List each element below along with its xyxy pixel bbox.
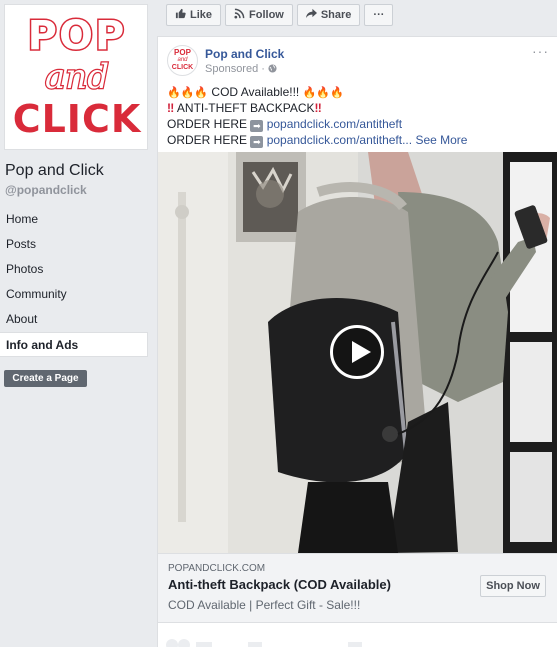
thumbs-up-icon [175, 8, 186, 22]
post-line-2-text: ANTI-THEFT BACKPACK [174, 101, 315, 115]
create-page-button[interactable]: Create a Page [4, 370, 87, 387]
rss-icon [234, 8, 245, 22]
post-options-icon[interactable]: ··· [532, 43, 549, 59]
page-name[interactable]: Pop and Click [5, 162, 104, 180]
nav-item-community[interactable]: Community [0, 282, 148, 307]
shop-now-button[interactable]: Shop Now [480, 575, 546, 597]
post-line-3: ORDER HERE ➡ popandclick.com/antitheft [167, 116, 557, 132]
post-line-1: 🔥🔥🔥 COD Available!!! 🔥🔥🔥 [167, 84, 557, 100]
logo-text-and: and [44, 56, 110, 99]
nav-item-about[interactable]: About [0, 307, 148, 332]
page-handle[interactable]: @popandclick [5, 183, 87, 197]
page-profile-picture[interactable]: POP and CLICK [4, 4, 148, 150]
reactions-bar [158, 631, 557, 647]
left-column: POP and CLICK Pop and Click @popandclick… [0, 0, 152, 647]
share-arrow-icon [305, 8, 317, 22]
share-button[interactable]: Share [296, 4, 361, 26]
post-line-1-text: COD Available!!! [208, 85, 303, 99]
like-label: Like [190, 9, 213, 21]
page-nav: Home Posts Photos Community About Info a… [0, 207, 148, 357]
avatar-logo-pop: POP [174, 48, 191, 57]
sponsored-text[interactable]: Sponsored · [205, 63, 268, 75]
more-options-button[interactable]: ··· [364, 4, 394, 26]
see-more-link[interactable]: See More [415, 133, 467, 147]
right-arrow-icon: ➡ [250, 136, 264, 148]
nav-item-info-and-ads[interactable]: Info and Ads [0, 332, 148, 357]
post-author[interactable]: Pop and Click [205, 47, 284, 61]
globe-icon [268, 63, 277, 75]
nav-item-photos[interactable]: Photos [0, 257, 148, 282]
logo-text-pop: POP [26, 12, 127, 61]
order-link[interactable]: popandclick.com/antitheft... [267, 133, 412, 147]
author-avatar[interactable]: POP and CLICK [167, 45, 198, 76]
page-action-bar: Like Follow Share ··· [166, 4, 394, 26]
link-preview[interactable]: POPANDCLICK.COM Anti-theft Backpack (COD… [158, 553, 557, 623]
logo-text-click: CLICK [12, 97, 142, 141]
post-message: 🔥🔥🔥 COD Available!!! 🔥🔥🔥 ‼ ANTI-THEFT BA… [167, 84, 557, 148]
pop-and-click-logo: POP and CLICK [5, 5, 149, 151]
follow-label: Follow [249, 9, 284, 21]
link-domain: POPANDCLICK.COM [168, 563, 266, 574]
avatar-logo-click: CLICK [171, 64, 194, 71]
sponsored-label: Sponsored · [205, 63, 277, 75]
link-description: COD Available | Perfect Gift - Sale!!! [168, 598, 361, 612]
order-link[interactable]: popandclick.com/antitheft [267, 117, 402, 131]
play-button-icon[interactable] [330, 325, 384, 379]
fire-emoji-icon: 🔥🔥🔥 [167, 87, 209, 99]
fire-emoji-icon: 🔥🔥🔥 [302, 87, 344, 99]
share-label: Share [320, 9, 352, 21]
order-here-label: ORDER HERE [167, 133, 251, 147]
like-button[interactable]: Like [166, 4, 222, 26]
reaction-icons-strip [166, 639, 362, 647]
post-line-4: ORDER HERE ➡ popandclick.com/antitheft..… [167, 132, 557, 148]
sponsored-post: POP and CLICK Pop and Click Sponsored · … [157, 36, 557, 647]
nav-item-home[interactable]: Home [0, 207, 148, 232]
double-exclamation-icon: ‼ [314, 101, 322, 115]
post-line-2: ‼ ANTI-THEFT BACKPACK‼ [167, 100, 557, 116]
follow-button[interactable]: Follow [225, 4, 293, 26]
right-arrow-icon: ➡ [250, 120, 264, 132]
avatar-logo-and: and [177, 57, 188, 63]
order-here-label: ORDER HERE [167, 117, 251, 131]
video-thumbnail[interactable] [158, 152, 557, 553]
link-title[interactable]: Anti-theft Backpack (COD Available) [168, 577, 391, 592]
nav-item-posts[interactable]: Posts [0, 232, 148, 257]
